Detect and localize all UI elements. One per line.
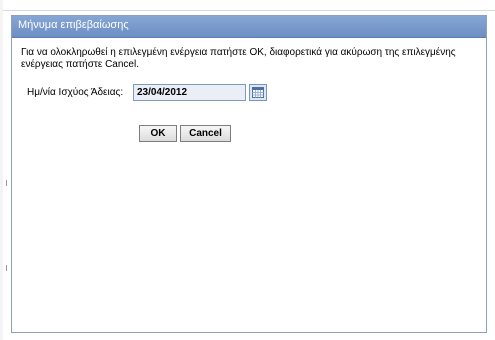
license-date-label: Ημ/νία Ισχύος Άδειας: (27, 87, 124, 98)
calendar-button[interactable] (249, 84, 267, 101)
confirmation-message: Για να ολοκληρωθεί η επιλεγμένη ενέργεια… (21, 47, 456, 70)
left-edge-tick (6, 265, 7, 271)
backdrop-divider (0, 10, 495, 11)
dialog-title: Μήνυμα επιβεβαίωσης (18, 19, 129, 31)
left-edge (0, 0, 3, 340)
left-edge-tick (6, 180, 7, 186)
calendar-icon (252, 87, 264, 98)
ok-button[interactable]: OK (139, 125, 177, 142)
confirmation-dialog: Μήνυμα επιβεβαίωσης Για να ολοκληρωθεί η… (11, 15, 487, 333)
dialog-titlebar[interactable]: Μήνυμα επιβεβαίωσης (12, 16, 486, 38)
license-date-input[interactable] (133, 84, 246, 101)
backdrop-top (0, 0, 495, 14)
cancel-button[interactable]: Cancel (180, 125, 231, 142)
